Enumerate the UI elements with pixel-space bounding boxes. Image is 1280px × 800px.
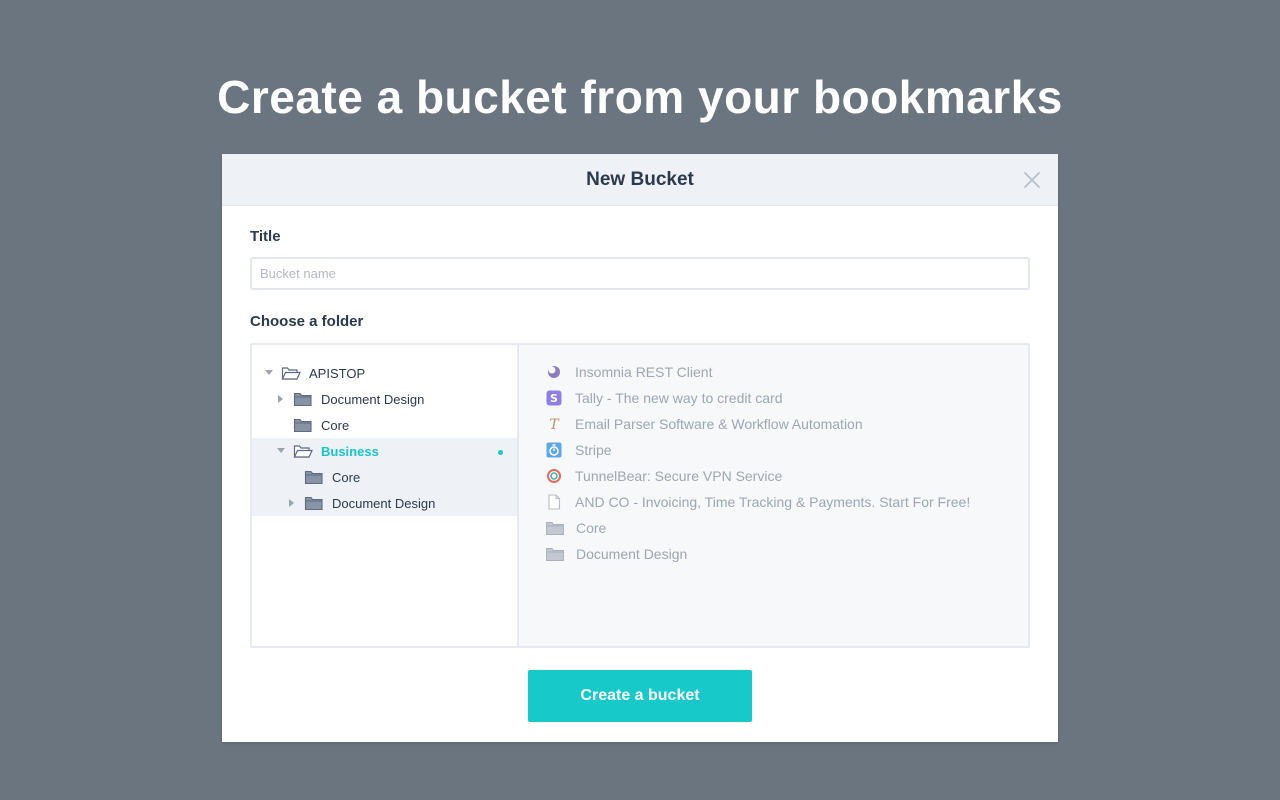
folder-icon (304, 495, 324, 511)
tree-item-label: Document Design (332, 495, 436, 511)
create-bucket-button[interactable]: Create a bucket (528, 670, 752, 722)
modal-title: New Bucket (586, 169, 694, 190)
tree-item-label: Document Design (321, 391, 425, 407)
folder-contents: Insomnia REST Client S Tally - The new way… (519, 345, 1028, 646)
folder-icon (546, 520, 564, 536)
tree-item-label: Core (321, 417, 350, 433)
caret-down-icon[interactable] (263, 367, 275, 379)
tree-item-label: Core (332, 469, 361, 485)
folder-icon (304, 469, 324, 485)
active-indicator-dot (498, 450, 503, 455)
tunnelbear-icon (546, 468, 562, 484)
content-item-label: Email Parser Software & Workflow Automat… (575, 416, 863, 432)
folder-tree: APISTOP Document Design Core Business Core Do… (252, 345, 519, 646)
bookmark-item[interactable]: T Email Parser Software & Workflow Automa… (546, 411, 1028, 437)
folder-open-icon (293, 443, 313, 459)
title-label: Title (250, 228, 281, 245)
tree-item-document-design[interactable]: Document Design (252, 490, 517, 516)
folder-picker: APISTOP Document Design Core Business Core Do… (250, 343, 1030, 648)
svg-text:T: T (549, 417, 560, 432)
bookmark-item[interactable]: TunnelBear: Secure VPN Service (546, 463, 1028, 489)
stripe-icon (546, 442, 562, 458)
tally-icon: S (546, 390, 562, 406)
bookmark-item[interactable]: S Tally - The new way to credit card (546, 385, 1028, 411)
folder-icon (546, 546, 564, 562)
caret-right-icon[interactable] (286, 497, 298, 509)
bookmark-item[interactable]: Stripe (546, 437, 1028, 463)
content-item-label: TunnelBear: Secure VPN Service (575, 468, 783, 484)
page-headline: Create a bucket from your bookmarks (217, 71, 1063, 123)
caret-down-icon[interactable] (275, 445, 287, 457)
tree-item-label: Business (321, 443, 379, 459)
insomnia-icon (546, 364, 562, 380)
svg-text:S: S (550, 392, 558, 405)
folder-label: Choose a folder (250, 313, 364, 330)
folder-icon (293, 391, 313, 407)
content-item-label: Stripe (575, 442, 612, 458)
content-item-label: AND CO - Invoicing, Time Tracking & Paym… (575, 494, 971, 510)
tree-item-apistop[interactable]: APISTOP (252, 360, 517, 386)
content-item-label: Insomnia REST Client (575, 364, 713, 380)
email-parser-icon: T (546, 416, 562, 432)
content-folder-item[interactable]: Document Design (546, 541, 1028, 567)
modal-header: New Bucket (222, 154, 1058, 206)
tree-item-core[interactable]: Core (252, 412, 517, 438)
content-item-label: Document Design (576, 546, 688, 562)
folder-open-icon (281, 365, 301, 381)
tree-item-document-design[interactable]: Document Design (252, 386, 517, 412)
content-item-label: Core (576, 520, 607, 536)
document-icon (546, 494, 562, 510)
content-folder-item[interactable]: Core (546, 515, 1028, 541)
bookmark-item[interactable]: Insomnia REST Client (546, 359, 1028, 385)
content-item-label: Tally - The new way to credit card (575, 390, 783, 406)
tree-item-business[interactable]: Business (252, 438, 517, 464)
caret-right-icon[interactable] (275, 393, 287, 405)
new-bucket-modal: New Bucket Title Choose a folder APISTOP… (222, 154, 1058, 742)
folder-icon (293, 417, 313, 433)
close-icon[interactable] (1022, 170, 1042, 190)
tree-item-core[interactable]: Core (252, 464, 517, 490)
bucket-name-input[interactable] (250, 257, 1030, 290)
bookmark-item[interactable]: AND CO - Invoicing, Time Tracking & Paym… (546, 489, 1028, 515)
tree-item-label: APISTOP (309, 365, 366, 381)
